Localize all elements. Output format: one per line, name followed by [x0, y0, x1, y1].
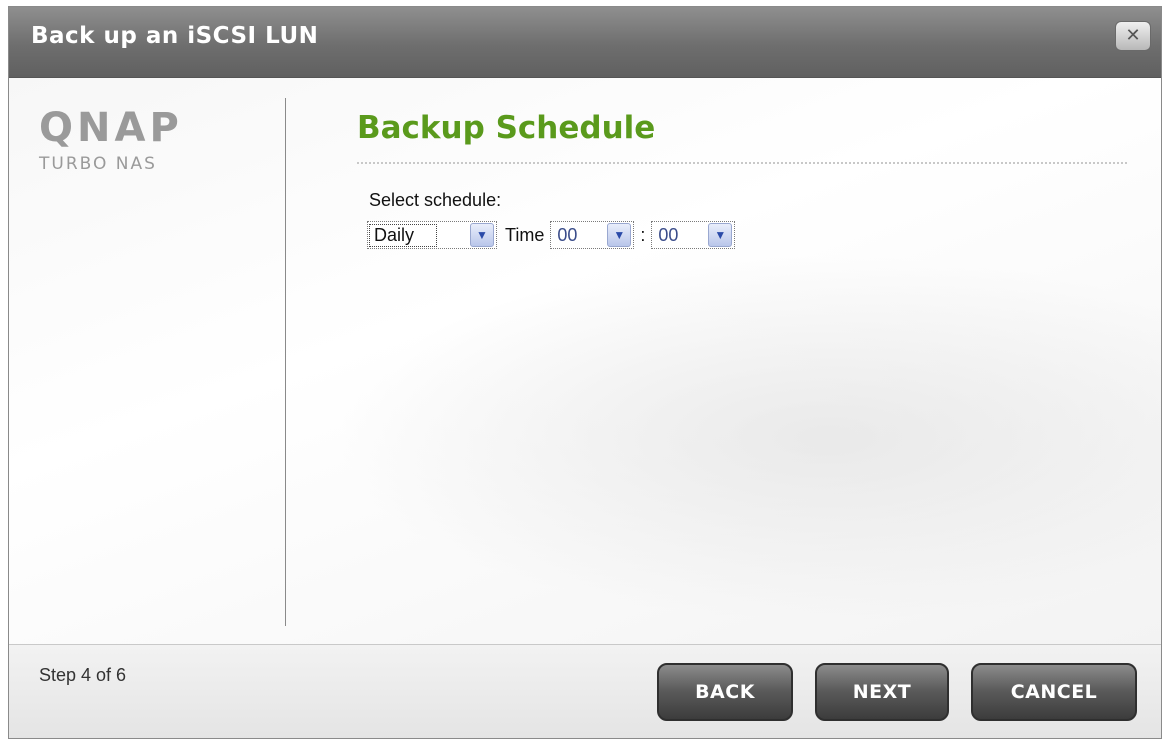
wizard-window: Back up an iSCSI LUN ✕ QNAP TURBO NAS Ba… — [8, 6, 1162, 739]
next-button[interactable]: NEXT — [815, 663, 949, 721]
chevron-down-icon[interactable]: ▼ — [470, 223, 494, 247]
frequency-value: Daily — [368, 223, 438, 247]
back-button[interactable]: BACK — [657, 663, 793, 721]
schedule-label: Select schedule: — [369, 190, 502, 210]
chevron-down-icon[interactable]: ▼ — [607, 223, 632, 247]
logo-text: QNAP — [39, 105, 183, 151]
time-label: Time — [505, 224, 545, 245]
close-icon: ✕ — [1125, 25, 1141, 46]
window-title: Back up an iSCSI LUN — [31, 23, 319, 49]
time-separator: : — [640, 224, 646, 245]
title-bar: Back up an iSCSI LUN ✕ — [9, 7, 1161, 78]
hour-select[interactable]: 00 ▼ — [550, 221, 635, 249]
minute-select[interactable]: 00 ▼ — [651, 221, 736, 249]
step-indicator: Step 4 of 6 — [39, 665, 127, 685]
section-title: Backup Schedule — [357, 110, 656, 146]
vertical-divider — [285, 98, 286, 626]
chevron-down-icon[interactable]: ▼ — [708, 223, 733, 247]
close-button[interactable]: ✕ — [1115, 21, 1151, 51]
title-divider — [357, 162, 1127, 164]
content-area: QNAP TURBO NAS Backup Schedule Select sc… — [9, 78, 1161, 644]
hour-value: 00 — [557, 224, 578, 245]
footer-bar: Step 4 of 6 BACK NEXT CANCEL — [9, 644, 1161, 738]
qnap-logo: QNAP TURBO NAS — [39, 108, 183, 174]
frequency-select[interactable]: Daily ▼ — [367, 221, 497, 249]
schedule-row: Daily ▼ Time 00 ▼ : 00 ▼ — [367, 220, 736, 250]
cancel-button[interactable]: CANCEL — [971, 663, 1137, 721]
logo-subtext: TURBO NAS — [39, 154, 157, 174]
minute-value: 00 — [658, 224, 679, 245]
